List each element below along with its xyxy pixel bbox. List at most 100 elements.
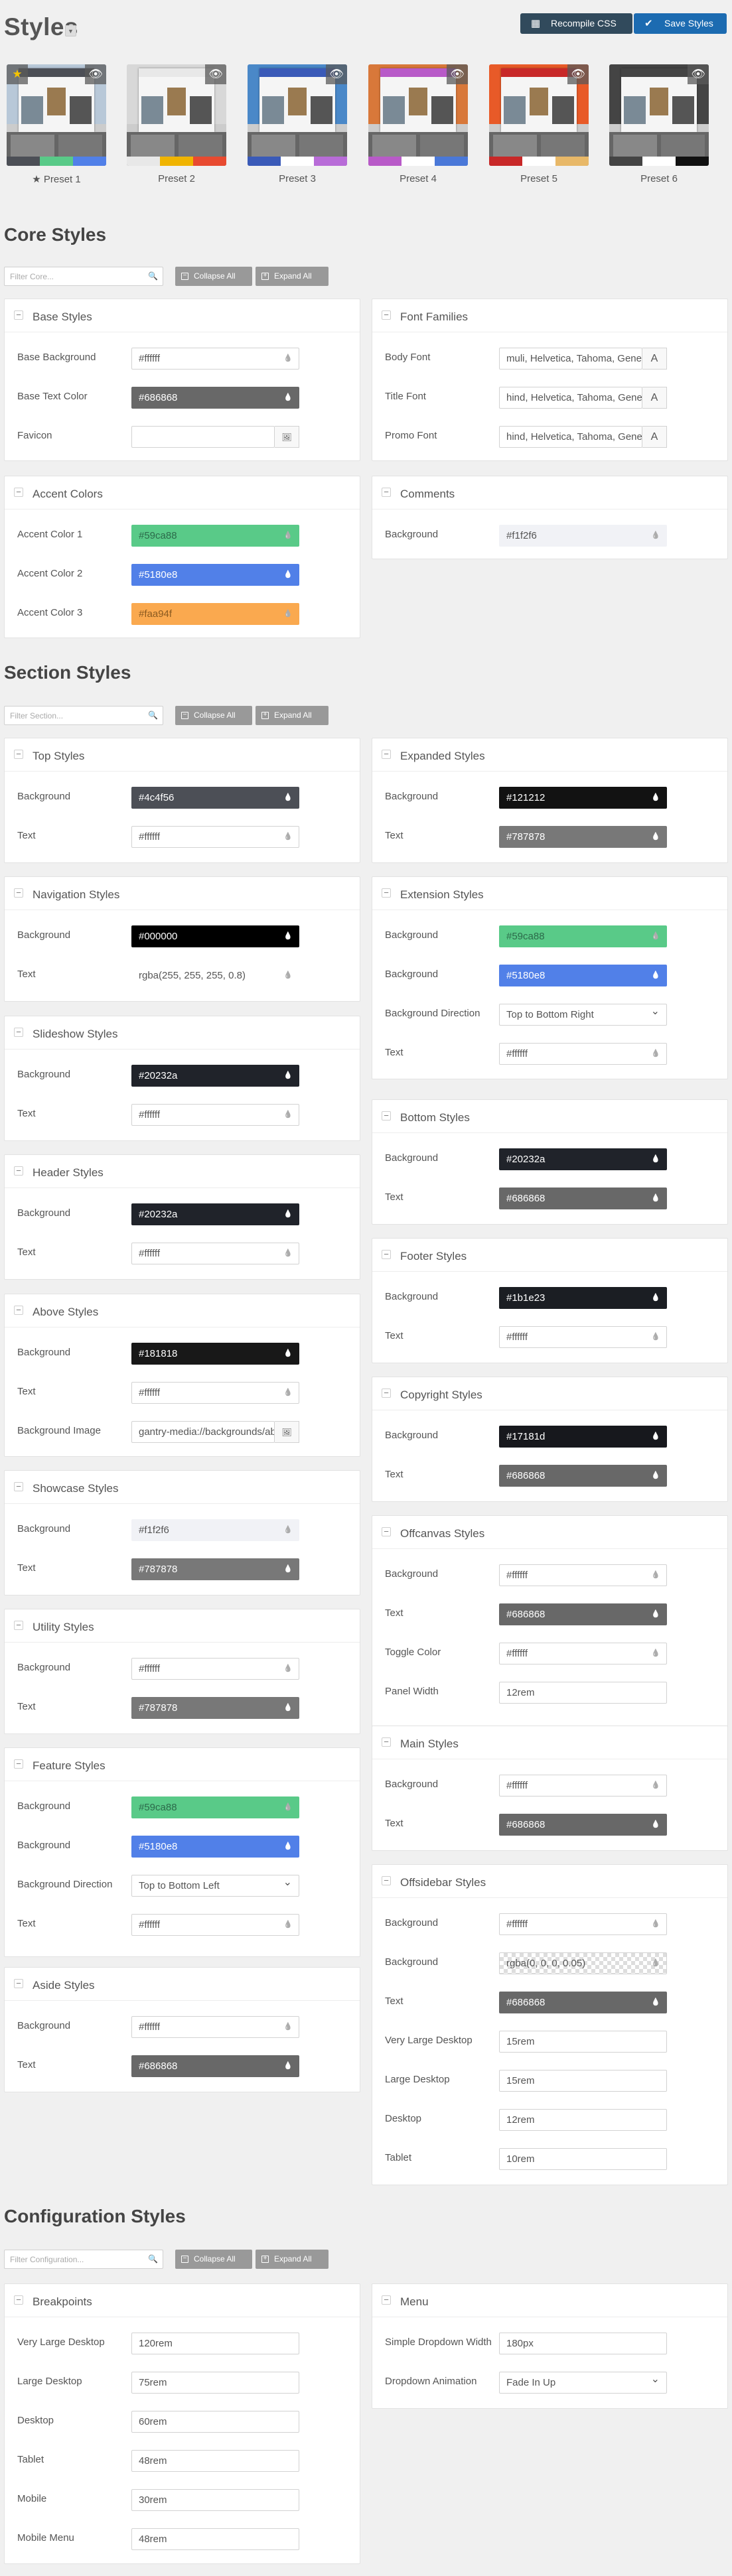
droplet-icon[interactable]: 💧 bbox=[283, 1836, 293, 1857]
droplet-icon[interactable]: 💧 bbox=[651, 1044, 660, 1064]
color-field[interactable]: #000000 💧 bbox=[131, 925, 299, 947]
preset-thumbnail[interactable]: 👁 bbox=[248, 64, 347, 166]
collapse-toggle-icon[interactable]: − bbox=[14, 888, 23, 898]
color-field[interactable]: #5180e8 💧 bbox=[131, 1836, 299, 1858]
section-filter[interactable]: 🔍 bbox=[4, 706, 163, 725]
select-field[interactable]: Fade In Up ⌄ bbox=[499, 2372, 667, 2394]
color-field[interactable]: #686868 💧 bbox=[499, 1603, 667, 1625]
collapse-toggle-icon[interactable]: − bbox=[14, 1482, 23, 1491]
text-field[interactable]: 15rem bbox=[499, 2070, 667, 2092]
panel-header[interactable]: − Font Families bbox=[372, 299, 727, 332]
droplet-icon[interactable]: 💧 bbox=[283, 565, 293, 585]
preset-thumbnail[interactable]: 👁 bbox=[609, 64, 709, 166]
collapse-toggle-icon[interactable]: − bbox=[382, 2295, 391, 2305]
collapse-toggle-icon[interactable]: − bbox=[14, 1759, 23, 1769]
core-filter-input[interactable] bbox=[5, 267, 137, 285]
section-expand-all-button[interactable]: + Expand All bbox=[256, 706, 329, 725]
color-field[interactable]: #787878 💧 bbox=[131, 1697, 299, 1719]
search-icon[interactable]: 🔍 bbox=[148, 711, 158, 720]
font-picker-button[interactable]: A bbox=[642, 387, 667, 409]
font-field[interactable]: hind, Helvetica, Tahoma, Geneva, Arial, … bbox=[499, 387, 642, 409]
panel-header[interactable]: − Base Styles bbox=[5, 299, 360, 332]
droplet-icon[interactable]: 💧 bbox=[283, 604, 293, 624]
panel-header[interactable]: − Comments bbox=[372, 476, 727, 509]
color-field[interactable]: #ffffff 💧 bbox=[499, 1326, 667, 1348]
color-field[interactable]: rgba(0, 0, 0, 0.05) 💧 bbox=[499, 1952, 667, 1974]
core-filter[interactable]: 🔍 bbox=[4, 267, 163, 286]
section-collapse-all-button[interactable]: − Collapse All bbox=[175, 706, 252, 725]
droplet-icon[interactable]: 💧 bbox=[283, 1659, 293, 1679]
color-field[interactable]: #ffffff 💧 bbox=[131, 1104, 299, 1126]
droplet-icon[interactable]: 💧 bbox=[651, 1426, 660, 1447]
droplet-icon[interactable]: 💧 bbox=[651, 1604, 660, 1625]
config-expand-all-button[interactable]: + Expand All bbox=[256, 2250, 329, 2269]
search-icon[interactable]: 🔍 bbox=[148, 2254, 158, 2264]
droplet-icon[interactable]: 💧 bbox=[283, 1383, 293, 1403]
droplet-icon[interactable]: 💧 bbox=[283, 525, 293, 546]
panel-header[interactable]: − Copyright Styles bbox=[372, 1377, 727, 1410]
panel-header[interactable]: − Above Styles bbox=[5, 1294, 360, 1327]
color-field[interactable]: #ffffff 💧 bbox=[499, 1775, 667, 1796]
eye-icon[interactable]: 👁 bbox=[85, 64, 106, 84]
droplet-icon[interactable]: 💧 bbox=[651, 1149, 660, 1170]
collapse-toggle-icon[interactable]: − bbox=[14, 2295, 23, 2305]
color-field[interactable]: #ffffff 💧 bbox=[131, 1658, 299, 1680]
collapse-toggle-icon[interactable]: − bbox=[14, 1306, 23, 1315]
text-field[interactable]: 75rem bbox=[131, 2372, 299, 2394]
eye-icon[interactable]: 👁 bbox=[447, 64, 468, 84]
color-field[interactable]: #ffffff 💧 bbox=[499, 1043, 667, 1065]
preset-4[interactable]: 👁 Preset 4 bbox=[368, 64, 468, 184]
text-field[interactable]: 15rem bbox=[499, 2031, 667, 2053]
color-field[interactable]: #faa94f 💧 bbox=[131, 603, 299, 625]
collapse-toggle-icon[interactable]: − bbox=[382, 310, 391, 320]
collapse-toggle-icon[interactable]: − bbox=[14, 1979, 23, 1988]
color-field[interactable]: #787878 💧 bbox=[131, 1558, 299, 1580]
color-field[interactable]: #686868 💧 bbox=[131, 387, 299, 409]
droplet-icon[interactable]: 💧 bbox=[651, 965, 660, 986]
title-dropdown-toggle[interactable]: ▼ bbox=[65, 25, 76, 36]
panel-header[interactable]: − Utility Styles bbox=[5, 1609, 360, 1643]
color-field[interactable]: #ffffff 💧 bbox=[499, 1913, 667, 1935]
panel-header[interactable]: − Extension Styles bbox=[372, 877, 727, 910]
collapse-toggle-icon[interactable]: − bbox=[14, 1621, 23, 1630]
preset-3[interactable]: 👁 Preset 3 bbox=[248, 64, 347, 184]
color-field[interactable]: #f1f2f6 💧 bbox=[499, 525, 667, 547]
collapse-toggle-icon[interactable]: − bbox=[14, 1028, 23, 1037]
collapse-toggle-icon[interactable]: − bbox=[382, 1737, 391, 1747]
panel-header[interactable]: − Bottom Styles bbox=[372, 1100, 727, 1133]
droplet-icon[interactable]: 💧 bbox=[651, 926, 660, 947]
eye-icon[interactable]: 👁 bbox=[567, 64, 589, 84]
color-field[interactable]: #686868 💧 bbox=[499, 1814, 667, 1836]
droplet-icon[interactable]: 💧 bbox=[283, 827, 293, 847]
eye-icon[interactable]: 👁 bbox=[326, 64, 347, 84]
color-field[interactable]: #17181d 💧 bbox=[499, 1426, 667, 1448]
droplet-icon[interactable]: 💧 bbox=[283, 926, 293, 947]
color-field[interactable]: #f1f2f6 💧 bbox=[131, 1519, 299, 1541]
droplet-icon[interactable]: 💧 bbox=[283, 1559, 293, 1580]
preset-thumbnail[interactable]: 👁 bbox=[127, 64, 226, 166]
color-field[interactable]: #ffffff 💧 bbox=[499, 1564, 667, 1586]
select-field[interactable]: Top to Bottom Left ⌄ bbox=[131, 1875, 299, 1897]
droplet-icon[interactable]: 💧 bbox=[651, 1188, 660, 1209]
save-styles-button[interactable]: ✔ Save Styles bbox=[634, 13, 727, 34]
color-field[interactable]: #59ca88 💧 bbox=[131, 1796, 299, 1818]
panel-header[interactable]: − Footer Styles bbox=[372, 1239, 727, 1272]
collapse-toggle-icon[interactable]: − bbox=[382, 1250, 391, 1259]
droplet-icon[interactable]: 💧 bbox=[651, 787, 660, 808]
droplet-icon[interactable]: 💧 bbox=[651, 1953, 660, 1974]
collapse-toggle-icon[interactable]: − bbox=[14, 1166, 23, 1176]
color-field[interactable]: #ffffff 💧 bbox=[131, 1382, 299, 1404]
droplet-icon[interactable]: 💧 bbox=[283, 2017, 293, 2037]
panel-header[interactable]: − Breakpoints bbox=[5, 2284, 360, 2317]
core-collapse-all-button[interactable]: − Collapse All bbox=[175, 267, 252, 286]
panel-header[interactable]: − Accent Colors bbox=[5, 476, 360, 509]
recompile-css-button[interactable]: ▦ Recompile CSS bbox=[520, 13, 632, 34]
color-field[interactable]: #121212 💧 bbox=[499, 787, 667, 809]
droplet-icon[interactable]: 💧 bbox=[651, 1565, 660, 1586]
collapse-toggle-icon[interactable]: − bbox=[14, 488, 23, 497]
droplet-icon[interactable]: 💧 bbox=[651, 1914, 660, 1934]
config-filter-input[interactable] bbox=[5, 2250, 137, 2268]
panel-header[interactable]: − Slideshow Styles bbox=[5, 1016, 360, 1050]
droplet-icon[interactable]: 💧 bbox=[283, 1797, 293, 1818]
eye-icon[interactable]: 👁 bbox=[205, 64, 226, 84]
